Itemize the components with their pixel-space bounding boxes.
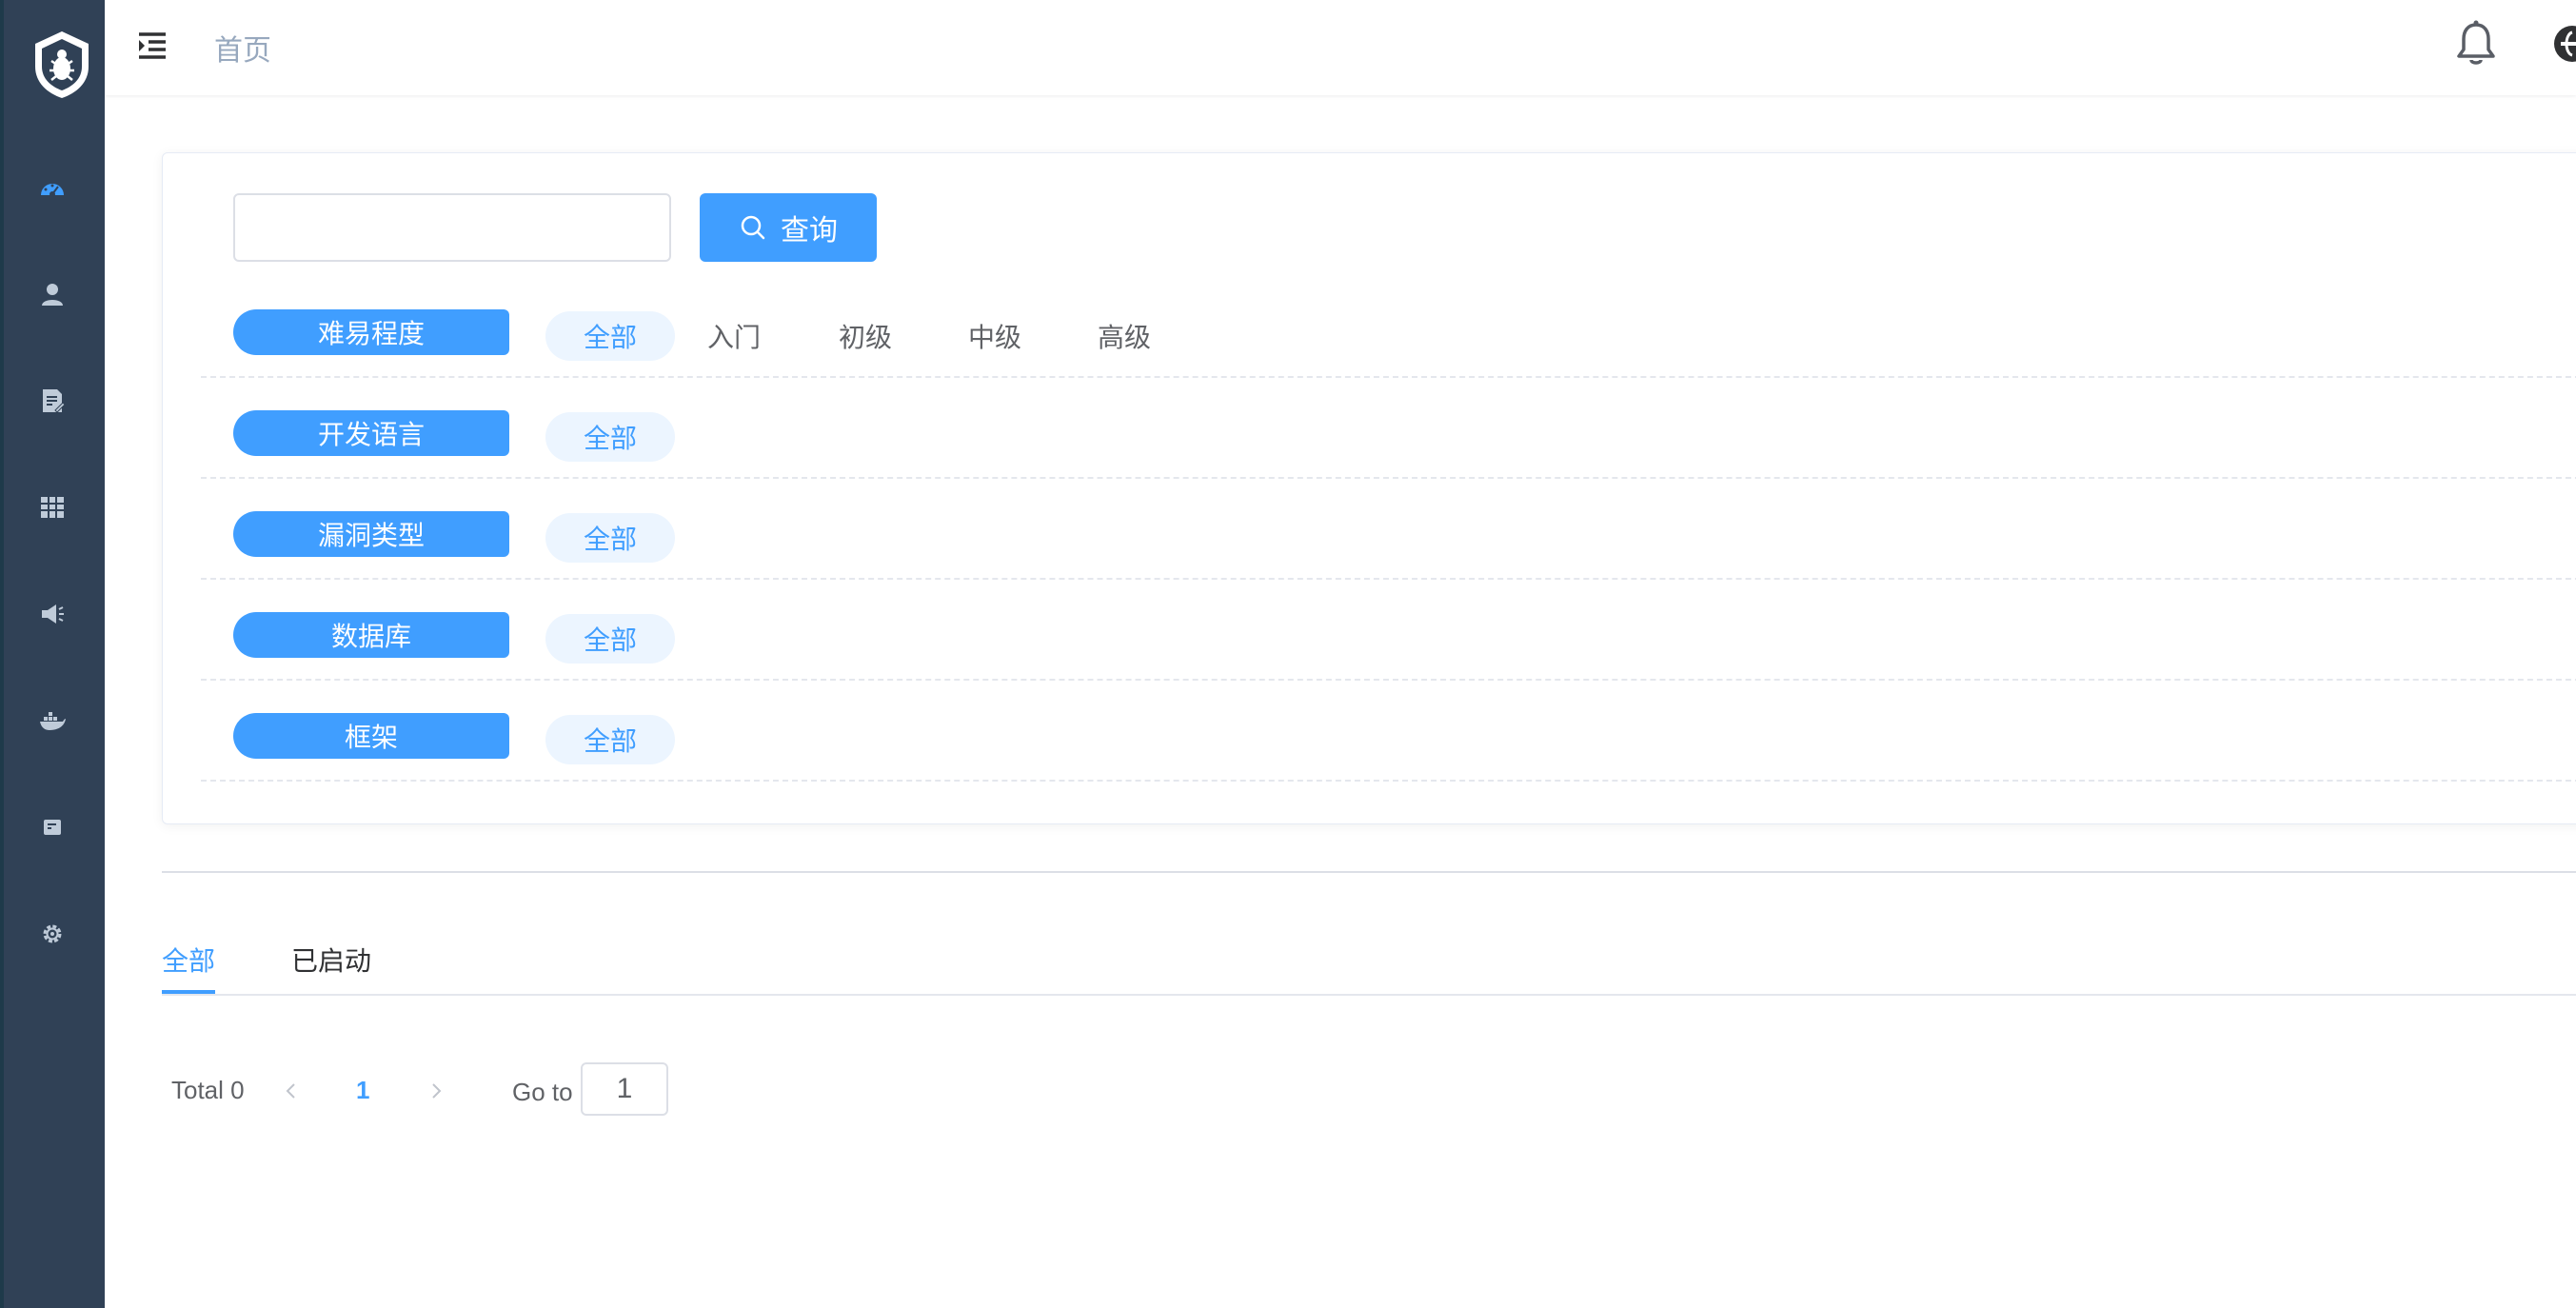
- filter-row-framework: 框架 全部: [201, 681, 2576, 782]
- filter-row-difficulty: 难易程度 全部 入门 初级 中级 高级: [201, 277, 2576, 378]
- chevron-left-icon[interactable]: [278, 1078, 305, 1104]
- filter-option-all[interactable]: 全部: [545, 715, 675, 764]
- search-input[interactable]: [233, 193, 671, 262]
- filter-option-all[interactable]: 全部: [545, 311, 675, 361]
- filter-row-vuln-type: 漏洞类型 全部: [201, 479, 2576, 580]
- filter-option-entry[interactable]: 入门: [707, 311, 761, 361]
- top-navbar: 首页: [105, 0, 2576, 95]
- edit-document-icon[interactable]: [34, 383, 70, 419]
- search-button[interactable]: 查询: [700, 193, 877, 262]
- search-icon: [741, 215, 765, 240]
- pagination-goto-input[interactable]: [581, 1062, 668, 1116]
- bell-icon[interactable]: [2452, 19, 2500, 69]
- user-icon[interactable]: [34, 276, 70, 312]
- chevron-right-icon[interactable]: [423, 1078, 449, 1104]
- pagination-page[interactable]: 1: [356, 1076, 369, 1105]
- app-logo-icon[interactable]: [29, 29, 95, 101]
- gear-icon[interactable]: [34, 916, 70, 952]
- filter-option-beginner[interactable]: 初级: [839, 311, 892, 361]
- docker-icon[interactable]: [34, 703, 70, 739]
- filter-label-difficulty: 难易程度: [233, 309, 509, 355]
- table-icon[interactable]: [34, 489, 70, 525]
- filter-label-database: 数据库: [233, 612, 509, 658]
- pagination: Total 0 1 Go to: [171, 1062, 838, 1120]
- filter-option-advanced[interactable]: 高级: [1098, 311, 1151, 361]
- filter-label-language: 开发语言: [233, 410, 509, 456]
- megaphone-icon[interactable]: [34, 596, 70, 632]
- search-button-label: 查询: [781, 214, 838, 248]
- filter-row-language: 开发语言 全部: [201, 378, 2576, 479]
- filter-card: 查询 难易程度 全部 入门 初级 中级 高级 开发语言 全部 漏洞类型 全部 数…: [162, 152, 2576, 824]
- sidebar: [0, 0, 105, 1308]
- filter-row-database: 数据库 全部: [201, 580, 2576, 681]
- filter-option-all[interactable]: 全部: [545, 412, 675, 462]
- filter-option-all[interactable]: 全部: [545, 614, 675, 664]
- tabs: 全部 已启动: [162, 933, 2576, 996]
- hamburger-menu-icon[interactable]: [135, 29, 169, 63]
- tab-all[interactable]: 全部: [162, 941, 215, 979]
- pagination-goto-label: Go to: [512, 1078, 573, 1106]
- section-divider: [162, 871, 2576, 873]
- filter-option-all[interactable]: 全部: [545, 513, 675, 563]
- dashboard-icon[interactable]: [34, 171, 70, 208]
- filter-label-framework: 框架: [233, 713, 509, 759]
- pagination-total: Total 0: [171, 1076, 245, 1104]
- breadcrumb[interactable]: 首页: [214, 27, 271, 69]
- language-icon[interactable]: [2551, 23, 2576, 65]
- filter-label-vuln-type: 漏洞类型: [233, 511, 509, 557]
- filter-option-intermediate[interactable]: 中级: [968, 311, 1021, 361]
- form-icon[interactable]: [34, 809, 70, 845]
- active-tab-indicator: [162, 990, 215, 994]
- tab-started[interactable]: 已启动: [291, 941, 371, 979]
